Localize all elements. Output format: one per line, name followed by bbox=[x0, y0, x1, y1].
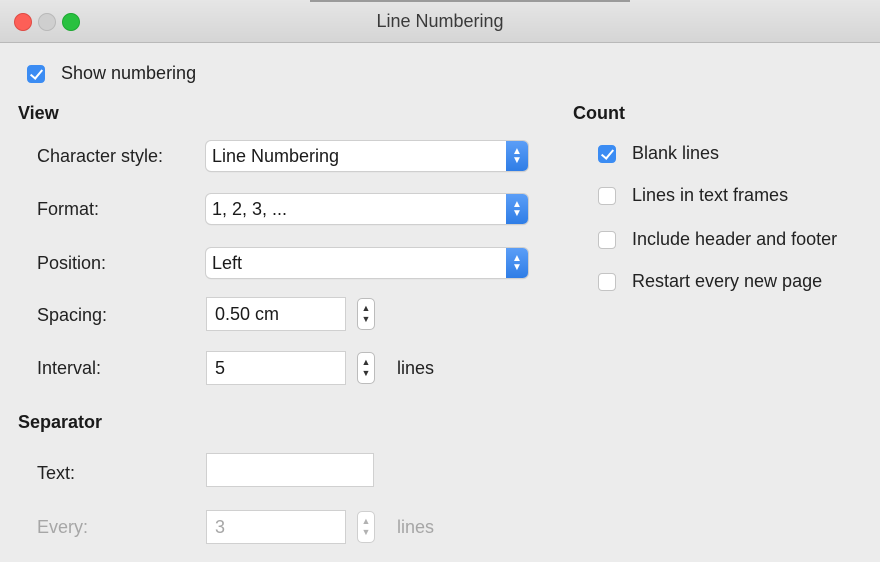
character-style-select[interactable]: Line Numbering ▲ ▼ bbox=[206, 141, 528, 171]
lines-in-text-frames-label: Lines in text frames bbox=[632, 185, 789, 205]
restart-every-new-page-checkbox[interactable] bbox=[598, 273, 616, 291]
position-label: Position: bbox=[37, 253, 107, 273]
interval-stepper[interactable]: ▲ ▼ bbox=[357, 352, 375, 384]
line-numbering-dialog: Line Numbering Show numbering View Chara… bbox=[0, 0, 880, 562]
interval-input[interactable]: 5 bbox=[206, 351, 346, 385]
restart-every-new-page-label: Restart every new page bbox=[632, 271, 823, 291]
count-heading: Count bbox=[573, 103, 625, 123]
title-bar: Line Numbering bbox=[0, 0, 880, 43]
position-value: Left bbox=[212, 253, 243, 273]
separator-text-label: Text: bbox=[37, 463, 76, 483]
blank-lines-checkbox[interactable] bbox=[598, 145, 616, 163]
blank-lines-label: Blank lines bbox=[632, 143, 720, 163]
lines-in-text-frames-checkbox[interactable] bbox=[598, 187, 616, 205]
character-style-label: Character style: bbox=[37, 146, 164, 166]
interval-value: 5 bbox=[215, 358, 226, 378]
show-numbering-checkbox[interactable] bbox=[27, 65, 45, 83]
show-numbering-label: Show numbering bbox=[61, 63, 197, 83]
separator-every-input[interactable]: 3 bbox=[206, 510, 346, 544]
title-bar-divider bbox=[310, 0, 630, 2]
separator-text-input[interactable] bbox=[206, 453, 374, 487]
window-title: Line Numbering bbox=[376, 11, 504, 31]
position-select[interactable]: Left ▲ ▼ bbox=[206, 248, 528, 278]
format-dropdown-arrow-icon[interactable]: ▲ ▼ bbox=[506, 194, 528, 224]
character-style-dropdown-arrow-icon[interactable]: ▲ ▼ bbox=[506, 141, 528, 171]
interval-label: Interval: bbox=[37, 358, 102, 378]
separator-every-value: 3 bbox=[215, 517, 226, 537]
separator-heading: Separator bbox=[18, 412, 103, 432]
separator-every-stepper[interactable]: ▲ ▼ bbox=[357, 511, 375, 543]
spacing-label: Spacing: bbox=[37, 305, 108, 325]
view-heading: View bbox=[18, 103, 59, 123]
format-value: 1, 2, 3, ... bbox=[212, 199, 288, 219]
spacing-input[interactable]: 0.50 cm bbox=[206, 297, 346, 331]
include-header-footer-label: Include header and footer bbox=[632, 229, 838, 249]
separator-every-unit-label: lines bbox=[397, 517, 435, 537]
format-label: Format: bbox=[37, 199, 100, 219]
include-header-footer-checkbox[interactable] bbox=[598, 231, 616, 249]
format-select[interactable]: 1, 2, 3, ... ▲ ▼ bbox=[206, 194, 528, 224]
spacing-value: 0.50 cm bbox=[215, 304, 280, 324]
character-style-value: Line Numbering bbox=[212, 146, 340, 166]
interval-unit-label: lines bbox=[397, 358, 435, 378]
spacing-stepper[interactable]: ▲ ▼ bbox=[357, 298, 375, 330]
position-dropdown-arrow-icon[interactable]: ▲ ▼ bbox=[506, 248, 528, 278]
separator-every-label: Every: bbox=[37, 517, 89, 537]
